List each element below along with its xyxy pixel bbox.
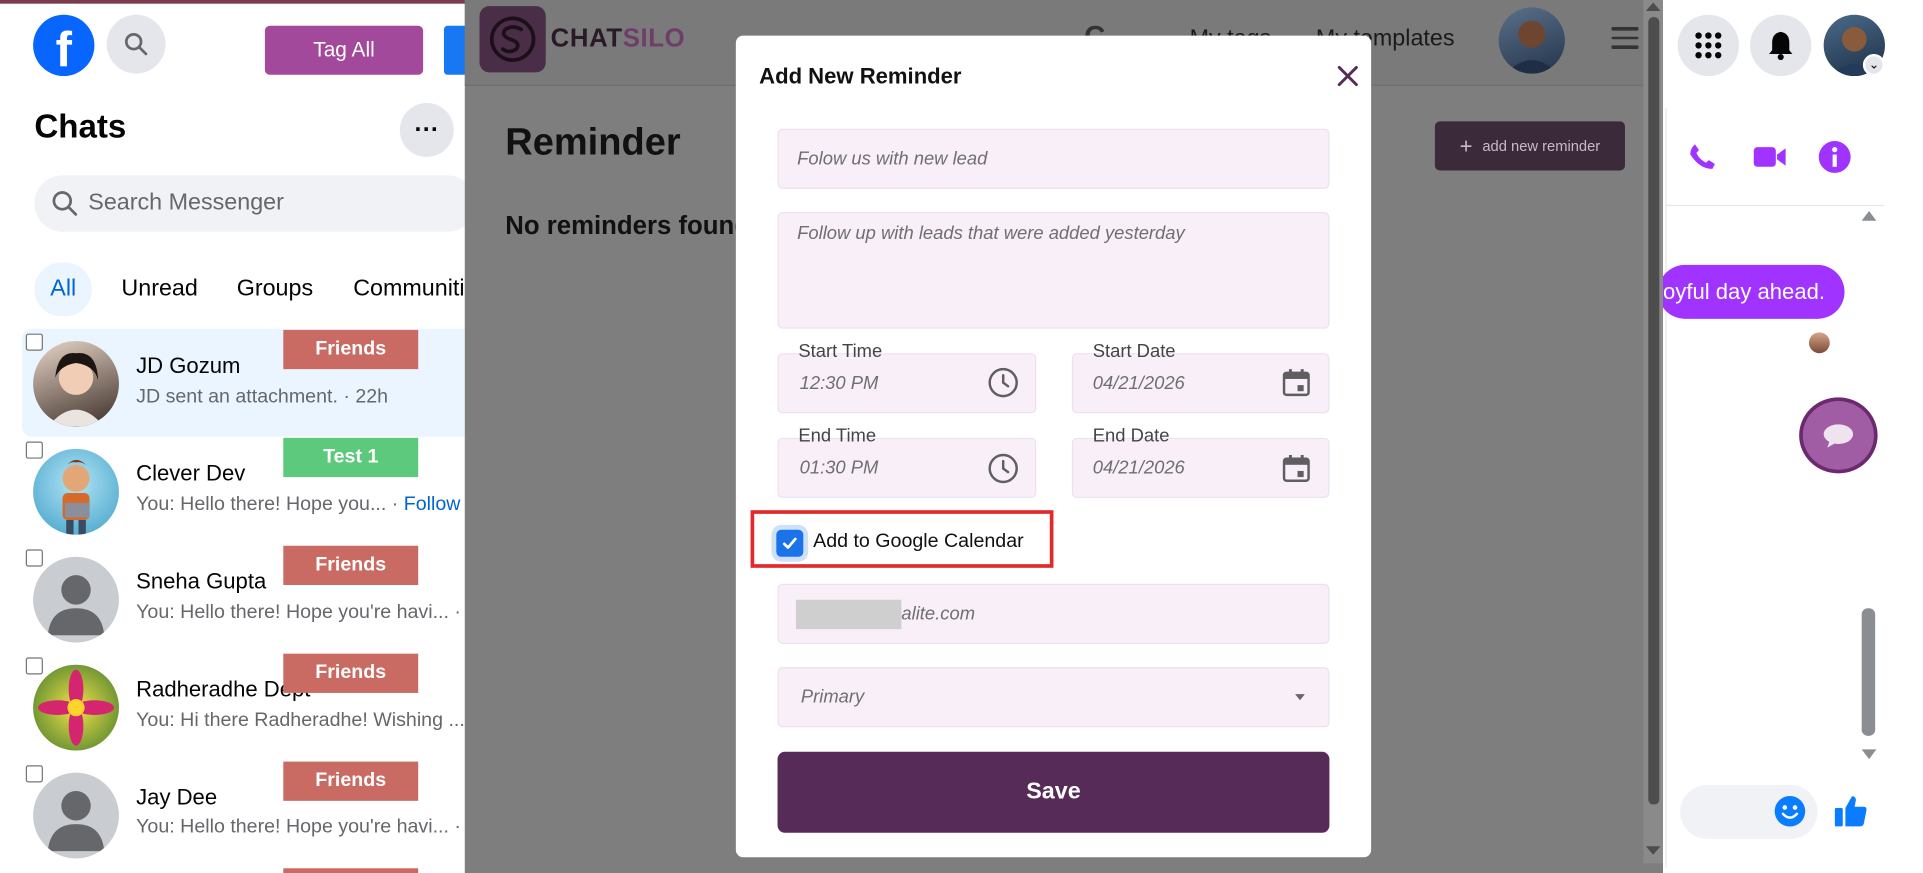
chatsilo-logo-text: CHATSILO [551, 25, 686, 54]
avatar [33, 556, 119, 643]
scroll-up-arrow-icon[interactable] [1861, 210, 1877, 221]
email-suffix: alite.com [901, 603, 976, 625]
conversation-panel [1665, 107, 1884, 869]
search-icon [52, 191, 78, 216]
floating-chat-icon[interactable] [1799, 397, 1878, 474]
start-time-label: Start Time [798, 340, 883, 362]
thumbs-up-icon[interactable] [1832, 792, 1869, 829]
secondary-tag-button[interactable] [443, 25, 467, 75]
chat-name: Sneha Gupta [136, 569, 267, 594]
tag-all-button[interactable]: Tag All [264, 25, 424, 75]
empty-state-text: No reminders found [505, 212, 736, 241]
search-icon[interactable] [106, 14, 166, 74]
reminder-title-placeholder: Folow us with new lead [797, 148, 988, 170]
clock-icon[interactable] [987, 453, 1019, 485]
chat-label-tag[interactable]: Test 1 [283, 437, 419, 478]
chat-preview: You: Hello there! Hope you... · Follow u [136, 494, 477, 516]
account-chevron-down-icon[interactable]: ⌄ [1862, 53, 1885, 77]
chat-preview: You: Hello there! Hope you're havi... · [136, 602, 461, 624]
add-new-reminder-label: add new reminder [1482, 137, 1601, 155]
plus-icon: + [1459, 133, 1473, 159]
add-new-reminder-button[interactable]: + add new reminder [1434, 121, 1625, 171]
phone-call-icon[interactable] [1686, 141, 1718, 173]
chatsilo-user-avatar[interactable] [1498, 7, 1565, 74]
chat-select-checkbox[interactable] [25, 657, 43, 675]
chat-label-tag[interactable]: Friends [283, 653, 419, 693]
menu-grid-icon[interactable] [1677, 14, 1740, 77]
scroll-down-arrow-icon[interactable] [1861, 749, 1877, 760]
start-date-value: 04/21/2026 [1092, 372, 1185, 394]
end-date-label: End Date [1092, 425, 1170, 447]
chat-label-tag[interactable]: Friends [283, 761, 419, 801]
add-to-google-calendar-label[interactable]: Add to Google Calendar [813, 531, 1024, 553]
calendar-select-value: Primary [800, 686, 865, 708]
close-icon[interactable] [1333, 61, 1362, 90]
logo-part-chat: CHAT [550, 24, 623, 53]
scroll-down-arrow-icon[interactable] [1645, 846, 1661, 855]
start-time-value: 12:30 PM [799, 372, 879, 394]
dropdown-arrow-icon[interactable] [1295, 694, 1305, 701]
checkmark-icon [782, 537, 797, 549]
search-placeholder: Search Messenger [88, 190, 284, 216]
avatar [33, 772, 119, 859]
avatar [33, 340, 119, 427]
chat-select-checkbox[interactable] [25, 765, 43, 783]
chat-preview-text: You: Hello there! Hope you... · [136, 494, 404, 516]
logo-part-silo: SILO [622, 24, 686, 53]
add-to-google-calendar-checkbox[interactable] [776, 529, 804, 557]
end-time-label: End Time [798, 425, 877, 447]
chat-name: Jay Dee [136, 784, 218, 810]
calendar-icon[interactable] [1280, 367, 1312, 399]
chat-name: Clever Dev [136, 461, 246, 486]
chat-label-tag [283, 868, 419, 873]
more-options-icon[interactable]: ··· [399, 103, 454, 157]
video-call-icon[interactable] [1753, 141, 1787, 173]
end-date-value: 04/21/2026 [1092, 457, 1185, 479]
conversation-info-icon[interactable] [1818, 140, 1852, 174]
calendar-icon[interactable] [1280, 453, 1312, 485]
end-time-value: 01:30 PM [799, 457, 879, 479]
message-bubble: oyful day ahead. [1658, 264, 1845, 319]
chats-title: Chats [34, 107, 127, 145]
chatsilo-logo-icon[interactable] [479, 6, 546, 73]
chat-preview: You: Hello there! Hope you're havi... · [136, 816, 461, 838]
notifications-bell-icon[interactable] [1750, 14, 1812, 77]
scroll-up-arrow-icon[interactable] [1645, 2, 1661, 12]
avatar [33, 664, 119, 751]
hamburger-menu-icon[interactable] [1611, 26, 1639, 49]
filter-groups[interactable]: Groups [221, 262, 329, 316]
chat-label-tag[interactable]: Friends [283, 329, 419, 370]
save-button[interactable]: Save [777, 751, 1330, 833]
clock-icon[interactable] [987, 367, 1019, 399]
start-date-label: Start Date [1092, 340, 1176, 362]
modal-title: Add New Reminder [759, 63, 962, 89]
seen-avatar [1808, 332, 1830, 354]
filter-all[interactable]: All [34, 262, 93, 317]
page-title: Reminder [505, 120, 681, 164]
chat-label-tag[interactable]: Friends [283, 545, 419, 585]
filter-unread[interactable]: Unread [105, 262, 213, 316]
chat-select-checkbox[interactable] [25, 549, 43, 567]
chat-select-checkbox[interactable] [25, 333, 43, 351]
search-messenger-input[interactable]: Search Messenger [34, 175, 476, 232]
filter-communities[interactable]: Communiti [337, 262, 466, 316]
chat-preview: JD sent an attachment. · 22h [136, 386, 389, 408]
chat-preview: You: Hi there Radheradhe! Wishing ... · [136, 710, 477, 731]
redacted-email [795, 599, 902, 630]
reminder-description-placeholder: Follow up with leads that were added yes… [797, 223, 1185, 245]
chatsilo-scroll-thumb[interactable] [1648, 17, 1660, 805]
facebook-logo-icon[interactable]: f [33, 14, 95, 77]
emoji-icon[interactable] [1773, 795, 1806, 828]
chat-select-checkbox[interactable] [25, 441, 43, 459]
conversation-scrollbar[interactable] [1861, 608, 1876, 736]
chat-name: JD Gozum [136, 353, 241, 378]
avatar [33, 448, 119, 535]
